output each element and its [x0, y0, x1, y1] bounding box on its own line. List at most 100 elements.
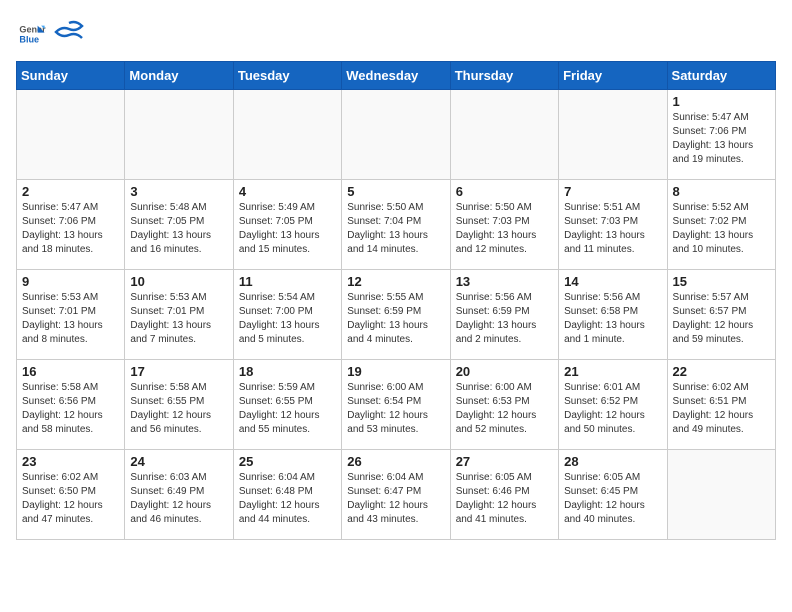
- weekday-header-tuesday: Tuesday: [233, 62, 341, 90]
- calendar-cell: 1 Sunrise: 5:47 AM Sunset: 7:06 PM Daylig…: [667, 90, 775, 180]
- calendar-cell: 20Sunrise: 6:00 AM Sunset: 6:53 PM Dayli…: [450, 360, 558, 450]
- day-info: Sunrise: 5:49 AM Sunset: 7:05 PM Dayligh…: [239, 201, 336, 257]
- week-row-1: 1 Sunrise: 5:47 AM Sunset: 7:06 PM Daylig…: [17, 90, 776, 180]
- page-header: General Blue: [16, 16, 776, 53]
- calendar-cell: 12 Sunrise: 5:55 AM Sunset: 6:59 PM Dayli…: [342, 270, 450, 360]
- weekday-header-thursday: Thursday: [450, 62, 558, 90]
- day-info: Sunrise: 6:03 AM Sunset: 6:49 PM Dayligh…: [130, 471, 227, 527]
- calendar-cell: 26 Sunrise: 6:04 AM Sunset: 6:47 PM Dayli…: [342, 450, 450, 540]
- calendar-cell: 11 Sunrise: 5:54 AM Sunset: 7:00 PM Dayli…: [233, 270, 341, 360]
- day-number: 7: [564, 184, 661, 199]
- calendar-cell: 13Sunrise: 5:56 AM Sunset: 6:59 PM Dayli…: [450, 270, 558, 360]
- calendar-cell: 23 Sunrise: 6:02 AM Sunset: 6:50 PM Dayli…: [17, 450, 125, 540]
- logo-wave-icon: [54, 18, 84, 48]
- day-number: 21: [564, 364, 661, 379]
- day-number: 15: [673, 274, 770, 289]
- calendar-cell: [559, 90, 667, 180]
- day-number: 13: [456, 274, 553, 289]
- day-info: Sunrise: 5:50 AM Sunset: 7:04 PM Dayligh…: [347, 201, 444, 257]
- day-number: 4: [239, 184, 336, 199]
- day-number: 24: [130, 454, 227, 469]
- day-number: 25: [239, 454, 336, 469]
- day-number: 17: [130, 364, 227, 379]
- day-number: 23: [22, 454, 119, 469]
- day-info: Sunrise: 6:04 AM Sunset: 6:48 PM Dayligh…: [239, 471, 336, 527]
- day-number: 5: [347, 184, 444, 199]
- calendar-cell: 27 Sunrise: 6:05 AM Sunset: 6:46 PM Dayli…: [450, 450, 558, 540]
- calendar-cell: 25 Sunrise: 6:04 AM Sunset: 6:48 PM Dayli…: [233, 450, 341, 540]
- calendar-cell: 5 Sunrise: 5:50 AM Sunset: 7:04 PM Daylig…: [342, 180, 450, 270]
- day-number: 10: [130, 274, 227, 289]
- week-row-5: 23 Sunrise: 6:02 AM Sunset: 6:50 PM Dayli…: [17, 450, 776, 540]
- calendar-cell: [450, 90, 558, 180]
- weekday-header-monday: Monday: [125, 62, 233, 90]
- calendar-cell: [125, 90, 233, 180]
- week-row-3: 9 Sunrise: 5:53 AM Sunset: 7:01 PM Daylig…: [17, 270, 776, 360]
- calendar-cell: 4 Sunrise: 5:49 AM Sunset: 7:05 PM Daylig…: [233, 180, 341, 270]
- day-number: 27: [456, 454, 553, 469]
- weekday-header-wednesday: Wednesday: [342, 62, 450, 90]
- calendar-cell: 9 Sunrise: 5:53 AM Sunset: 7:01 PM Daylig…: [17, 270, 125, 360]
- day-info: Sunrise: 6:02 AM Sunset: 6:51 PM Dayligh…: [673, 381, 770, 437]
- calendar-cell: 6 Sunrise: 5:50 AM Sunset: 7:03 PM Daylig…: [450, 180, 558, 270]
- day-info: Sunrise: 5:58 AM Sunset: 6:56 PM Dayligh…: [22, 381, 119, 437]
- day-info: Sunrise: 5:50 AM Sunset: 7:03 PM Dayligh…: [456, 201, 553, 257]
- day-number: 14: [564, 274, 661, 289]
- calendar-cell: 15 Sunrise: 5:57 AM Sunset: 6:57 PM Dayli…: [667, 270, 775, 360]
- day-number: 1: [673, 94, 770, 109]
- calendar-cell: 24 Sunrise: 6:03 AM Sunset: 6:49 PM Dayli…: [125, 450, 233, 540]
- day-info: Sunrise: 5:59 AM Sunset: 6:55 PM Dayligh…: [239, 381, 336, 437]
- calendar-cell: 22Sunrise: 6:02 AM Sunset: 6:51 PM Dayli…: [667, 360, 775, 450]
- day-number: 18: [239, 364, 336, 379]
- day-number: 3: [130, 184, 227, 199]
- day-number: 2: [22, 184, 119, 199]
- day-number: 16: [22, 364, 119, 379]
- calendar-cell: 21 Sunrise: 6:01 AM Sunset: 6:52 PM Dayli…: [559, 360, 667, 450]
- day-number: 8: [673, 184, 770, 199]
- calendar-cell: 10 Sunrise: 5:53 AM Sunset: 7:01 PM Dayli…: [125, 270, 233, 360]
- calendar-table: SundayMondayTuesdayWednesdayThursdayFrid…: [16, 61, 776, 540]
- day-number: 9: [22, 274, 119, 289]
- day-info: Sunrise: 6:05 AM Sunset: 6:46 PM Dayligh…: [456, 471, 553, 527]
- day-info: Sunrise: 5:56 AM Sunset: 6:58 PM Dayligh…: [564, 291, 661, 347]
- day-info: Sunrise: 5:47 AM Sunset: 7:06 PM Dayligh…: [673, 111, 770, 167]
- day-number: 11: [239, 274, 336, 289]
- calendar-cell: 2 Sunrise: 5:47 AM Sunset: 7:06 PM Daylig…: [17, 180, 125, 270]
- day-info: Sunrise: 5:53 AM Sunset: 7:01 PM Dayligh…: [130, 291, 227, 347]
- day-info: Sunrise: 6:04 AM Sunset: 6:47 PM Dayligh…: [347, 471, 444, 527]
- day-info: Sunrise: 5:48 AM Sunset: 7:05 PM Dayligh…: [130, 201, 227, 257]
- calendar-cell: 19 Sunrise: 6:00 AM Sunset: 6:54 PM Dayli…: [342, 360, 450, 450]
- day-info: Sunrise: 5:51 AM Sunset: 7:03 PM Dayligh…: [564, 201, 661, 257]
- day-info: Sunrise: 5:53 AM Sunset: 7:01 PM Dayligh…: [22, 291, 119, 347]
- weekday-header-saturday: Saturday: [667, 62, 775, 90]
- calendar-cell: 17 Sunrise: 5:58 AM Sunset: 6:55 PM Dayli…: [125, 360, 233, 450]
- calendar-cell: 14 Sunrise: 5:56 AM Sunset: 6:58 PM Dayli…: [559, 270, 667, 360]
- calendar-cell: 8 Sunrise: 5:52 AM Sunset: 7:02 PM Daylig…: [667, 180, 775, 270]
- day-info: Sunrise: 6:00 AM Sunset: 6:54 PM Dayligh…: [347, 381, 444, 437]
- week-row-4: 16 Sunrise: 5:58 AM Sunset: 6:56 PM Dayli…: [17, 360, 776, 450]
- day-info: Sunrise: 6:01 AM Sunset: 6:52 PM Dayligh…: [564, 381, 661, 437]
- day-info: Sunrise: 5:58 AM Sunset: 6:55 PM Dayligh…: [130, 381, 227, 437]
- logo-icon: General Blue: [18, 20, 46, 48]
- day-info: Sunrise: 6:02 AM Sunset: 6:50 PM Dayligh…: [22, 471, 119, 527]
- calendar-cell: [17, 90, 125, 180]
- day-number: 28: [564, 454, 661, 469]
- day-info: Sunrise: 5:57 AM Sunset: 6:57 PM Dayligh…: [673, 291, 770, 347]
- day-info: Sunrise: 5:55 AM Sunset: 6:59 PM Dayligh…: [347, 291, 444, 347]
- day-number: 26: [347, 454, 444, 469]
- day-number: 12: [347, 274, 444, 289]
- day-number: 6: [456, 184, 553, 199]
- day-number: 19: [347, 364, 444, 379]
- week-row-2: 2 Sunrise: 5:47 AM Sunset: 7:06 PM Daylig…: [17, 180, 776, 270]
- day-info: Sunrise: 5:54 AM Sunset: 7:00 PM Dayligh…: [239, 291, 336, 347]
- calendar-cell: 28 Sunrise: 6:05 AM Sunset: 6:45 PM Dayli…: [559, 450, 667, 540]
- day-info: Sunrise: 5:47 AM Sunset: 7:06 PM Dayligh…: [22, 201, 119, 257]
- calendar-cell: [342, 90, 450, 180]
- calendar-cell: [233, 90, 341, 180]
- svg-text:Blue: Blue: [19, 34, 39, 44]
- weekday-header-friday: Friday: [559, 62, 667, 90]
- calendar-cell: 18 Sunrise: 5:59 AM Sunset: 6:55 PM Dayli…: [233, 360, 341, 450]
- day-info: Sunrise: 6:05 AM Sunset: 6:45 PM Dayligh…: [564, 471, 661, 527]
- day-info: Sunrise: 5:52 AM Sunset: 7:02 PM Dayligh…: [673, 201, 770, 257]
- weekday-header-sunday: Sunday: [17, 62, 125, 90]
